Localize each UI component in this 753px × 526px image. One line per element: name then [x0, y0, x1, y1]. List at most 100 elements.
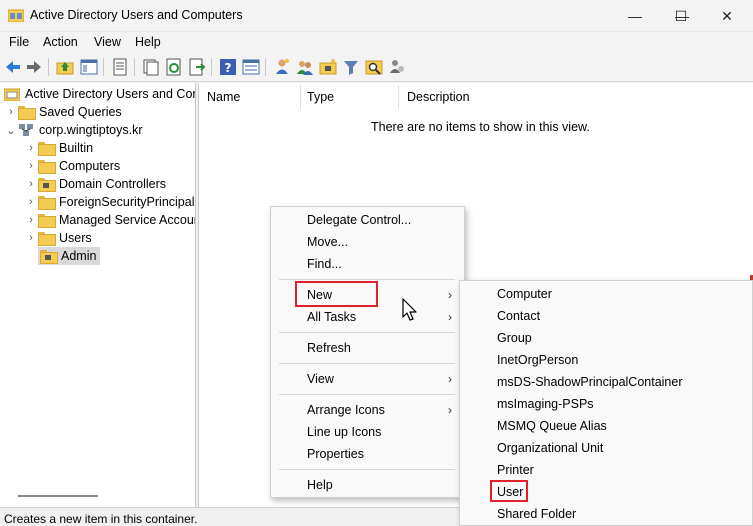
tree-item-label: Users [59, 231, 92, 245]
submenu-item-msds-shadow-principal-container[interactable]: msDS-ShadowPrincipalContainer [460, 371, 752, 393]
tree-item-label: corp.wingtiptoys.kr [39, 123, 143, 137]
mmc-view-icon[interactable] [242, 58, 260, 76]
submenu-item-contact[interactable]: Contact [460, 305, 752, 327]
chevron-right-icon[interactable]: › [24, 196, 38, 208]
menu-help[interactable]: Help [135, 35, 161, 49]
menu-item-find[interactable]: Find... [271, 253, 464, 275]
submenu-item-msimaging-psps[interactable]: msImaging-PSPs [460, 393, 752, 415]
folder-icon [38, 232, 56, 246]
column-header-name[interactable]: Name [199, 85, 301, 109]
close-icon: ✕ [721, 7, 733, 24]
empty-list-message: There are no items to show in this view. [371, 120, 590, 134]
menu-view[interactable]: View [94, 35, 121, 49]
tree-item-admin[interactable]: Admin [38, 247, 101, 265]
submenu-item-printer[interactable]: Printer [460, 459, 752, 481]
menu-bar: File Action View Help [0, 32, 753, 52]
tree-root-label: Active Directory Users and Com [25, 87, 196, 101]
domain-icon [19, 124, 33, 136]
ad-app-icon [8, 9, 24, 22]
menu-item-arrange-icons-label: Arrange Icons [307, 403, 385, 417]
tree-item-saved-queries[interactable]: › Saved Queries [4, 103, 122, 121]
find-icon[interactable] [365, 58, 383, 76]
submenu-item-inetorgperson[interactable]: InetOrgPerson [460, 349, 752, 371]
export-list-icon[interactable] [188, 58, 206, 76]
tree-item-managed-service-accounts[interactable]: › Managed Service Accounts [24, 211, 195, 229]
chevron-down-icon[interactable]: ⌄ [4, 124, 18, 137]
chevron-right-icon: › [448, 372, 452, 386]
menu-item-arrange-icons[interactable]: Arrange Icons › [271, 399, 464, 421]
menu-item-move[interactable]: Move... [271, 231, 464, 253]
menu-item-view[interactable]: View › [271, 368, 464, 390]
column-header-type[interactable]: Type [299, 85, 399, 109]
chevron-right-icon[interactable]: › [4, 106, 18, 118]
maximize-button[interactable]: ☐ [658, 0, 704, 32]
submenu-item-group[interactable]: Group [460, 327, 752, 349]
chevron-right-icon[interactable]: › [24, 178, 38, 190]
add-ou-icon[interactable] [319, 58, 337, 76]
folder-icon [38, 142, 56, 156]
submenu-item-organizational-unit[interactable]: Organizational Unit [460, 437, 752, 459]
tree-item-domain-controllers[interactable]: › Domain Controllers [24, 175, 166, 193]
minimize-glyph-icon: — [628, 8, 642, 24]
tree-root[interactable]: Active Directory Users and Com [4, 85, 196, 103]
menu-item-all-tasks-label: All Tasks [307, 310, 357, 324]
show-tree-icon[interactable] [80, 58, 98, 76]
tree-horizontal-scrollbar[interactable] [18, 495, 98, 497]
menu-item-properties[interactable]: Properties [271, 443, 464, 465]
add-group-icon[interactable] [296, 58, 314, 76]
maximize-icon: ☐ [674, 7, 688, 24]
chevron-right-icon[interactable]: › [24, 142, 38, 154]
refresh-icon[interactable] [165, 58, 183, 76]
menu-item-new[interactable]: New › [271, 284, 464, 306]
forward-icon[interactable] [25, 58, 43, 76]
tree-item-label: Domain Controllers [59, 177, 166, 191]
menu-item-refresh[interactable]: Refresh [271, 337, 464, 359]
help-icon[interactable]: ? [219, 58, 237, 76]
menu-item-delegate-control[interactable]: Delegate Control... [271, 209, 464, 231]
submenu-item-shared-folder[interactable]: Shared Folder [460, 503, 752, 525]
submenu-item-user[interactable]: User [460, 481, 752, 503]
chevron-right-icon: › [448, 288, 452, 302]
submenu-item-computer[interactable]: Computer [460, 283, 752, 305]
copy-icon[interactable] [142, 58, 160, 76]
column-header-description[interactable]: Description [399, 85, 549, 109]
close-button[interactable]: ✕ [704, 0, 750, 32]
chevron-right-icon: › [448, 310, 452, 324]
tree-item-builtin[interactable]: › Builtin [24, 139, 93, 157]
back-icon[interactable] [4, 58, 22, 76]
console-tree: Active Directory Users and Com › Saved Q… [0, 83, 196, 507]
tree-item-label: Saved Queries [39, 105, 122, 119]
tree-item-users[interactable]: › Users [24, 229, 92, 247]
ou-folder-icon [38, 178, 56, 192]
folder-icon [18, 106, 36, 120]
tree-item-label: Builtin [59, 141, 94, 155]
menu-item-help[interactable]: Help [271, 474, 464, 496]
folder-icon [38, 160, 56, 174]
menu-item-all-tasks[interactable]: All Tasks › [271, 306, 464, 328]
delegate-icon[interactable] [388, 58, 406, 76]
tree-item-foreign-security-principals[interactable]: › ForeignSecurityPrincipals [24, 193, 195, 211]
menu-action[interactable]: Action [43, 35, 78, 49]
menu-item-new-label: New [307, 288, 333, 302]
folder-icon [38, 214, 56, 228]
properties-sheet-icon[interactable] [111, 58, 129, 76]
menu-file[interactable]: File [9, 35, 29, 49]
chevron-right-icon[interactable]: › [24, 160, 38, 172]
chevron-right-icon[interactable]: › [24, 232, 38, 244]
submenu-item-msmq-queue-alias[interactable]: MSMQ Queue Alias [460, 415, 752, 437]
tree-item-computers[interactable]: › Computers [24, 157, 120, 175]
minimize-button-2[interactable]: — [612, 0, 658, 32]
selected-node[interactable]: Admin [38, 247, 101, 265]
chevron-right-icon: › [448, 403, 452, 417]
add-user-icon[interactable] [273, 58, 291, 76]
filter-icon[interactable] [342, 58, 360, 76]
svg-text:?: ? [225, 61, 232, 75]
ad-root-icon [4, 88, 20, 101]
chevron-right-icon[interactable]: › [24, 214, 38, 226]
menu-item-view-label: View [307, 372, 334, 386]
toolbar: ? [0, 52, 753, 82]
menu-item-line-up-icons[interactable]: Line up Icons [271, 421, 464, 443]
tree-item-domain[interactable]: ⌄ corp.wingtiptoys.kr [4, 121, 143, 139]
ou-folder-icon [40, 250, 58, 264]
up-folder-icon[interactable] [56, 58, 74, 76]
